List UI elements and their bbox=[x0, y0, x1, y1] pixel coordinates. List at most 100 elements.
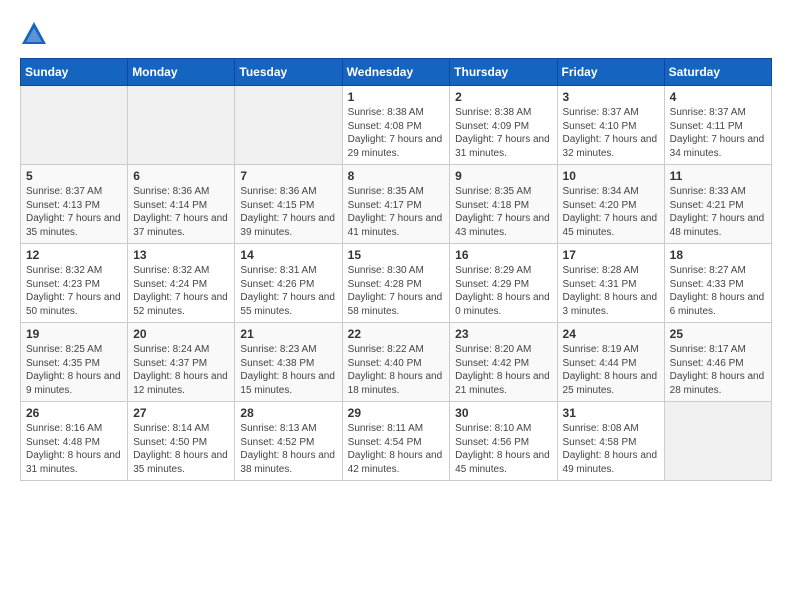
day-number: 11 bbox=[670, 169, 766, 183]
day-header-monday: Monday bbox=[128, 59, 235, 86]
day-header-friday: Friday bbox=[557, 59, 664, 86]
calendar-cell: 24 Sunrise: 8:19 AMSunset: 4:44 PMDayligh… bbox=[557, 323, 664, 402]
calendar-cell bbox=[21, 86, 128, 165]
calendar-cell: 8 Sunrise: 8:35 AMSunset: 4:17 PMDaylight… bbox=[342, 165, 450, 244]
calendar-cell: 28Sunrise: 8:13 AMSunset: 4:52 PMDayligh… bbox=[235, 402, 342, 481]
day-number: 1 bbox=[348, 90, 445, 104]
calendar-cell: 6 Sunrise: 8:36 AMSunset: 4:14 PMDaylight… bbox=[128, 165, 235, 244]
calendar-cell: 13 Sunrise: 8:32 AMSunset: 4:24 PMDayligh… bbox=[128, 244, 235, 323]
calendar-cell: 2 Sunrise: 8:38 AMSunset: 4:09 PMDaylight… bbox=[450, 86, 557, 165]
day-number: 29 bbox=[348, 406, 445, 420]
day-number: 22 bbox=[348, 327, 445, 341]
day-number: 4 bbox=[670, 90, 766, 104]
day-number: 17 bbox=[563, 248, 659, 262]
day-number: 10 bbox=[563, 169, 659, 183]
day-info: Sunrise: 8:36 AMSunset: 4:14 PMDaylight:… bbox=[133, 185, 229, 239]
day-number: 30 bbox=[455, 406, 551, 420]
day-info: Sunrise: 8:32 AMSunset: 4:23 PMDaylight:… bbox=[26, 264, 122, 318]
day-info: Sunrise: 8:38 AMSunset: 4:08 PMDaylight:… bbox=[348, 106, 445, 160]
calendar-cell bbox=[664, 402, 771, 481]
day-info: Sunrise: 8:28 AMSunset: 4:31 PMDaylight:… bbox=[563, 264, 659, 318]
day-info: Sunrise: 8:29 AMSunset: 4:29 PMDaylight:… bbox=[455, 264, 551, 318]
day-info: Sunrise: 8:17 AMSunset: 4:46 PMDaylight:… bbox=[670, 343, 766, 397]
day-number: 2 bbox=[455, 90, 551, 104]
calendar-cell: 10 Sunrise: 8:34 AMSunset: 4:20 PMDayligh… bbox=[557, 165, 664, 244]
day-info: Sunrise: 8:20 AMSunset: 4:42 PMDaylight:… bbox=[455, 343, 551, 397]
day-number: 9 bbox=[455, 169, 551, 183]
day-info: Sunrise: 8:32 AMSunset: 4:24 PMDaylight:… bbox=[133, 264, 229, 318]
day-info: Sunrise: 8:36 AMSunset: 4:15 PMDaylight:… bbox=[240, 185, 336, 239]
calendar-cell: 25 Sunrise: 8:17 AMSunset: 4:46 PMDayligh… bbox=[664, 323, 771, 402]
calendar-week-row: 26Sunrise: 8:16 AMSunset: 4:48 PMDayligh… bbox=[21, 402, 772, 481]
calendar-cell: 14 Sunrise: 8:31 AMSunset: 4:26 PMDayligh… bbox=[235, 244, 342, 323]
day-number: 8 bbox=[348, 169, 445, 183]
calendar-cell: 7Sunrise: 8:36 AMSunset: 4:15 PMDaylight… bbox=[235, 165, 342, 244]
day-number: 16 bbox=[455, 248, 551, 262]
calendar-cell: 4Sunrise: 8:37 AMSunset: 4:11 PMDaylight… bbox=[664, 86, 771, 165]
day-info: Sunrise: 8:23 AMSunset: 4:38 PMDaylight:… bbox=[240, 343, 336, 397]
day-info: Sunrise: 8:33 AMSunset: 4:21 PMDaylight:… bbox=[670, 185, 766, 239]
day-header-sunday: Sunday bbox=[21, 59, 128, 86]
day-number: 25 bbox=[670, 327, 766, 341]
calendar-cell: 21Sunrise: 8:23 AMSunset: 4:38 PMDayligh… bbox=[235, 323, 342, 402]
calendar-cell: 1 Sunrise: 8:38 AMSunset: 4:08 PMDaylight… bbox=[342, 86, 450, 165]
day-header-tuesday: Tuesday bbox=[235, 59, 342, 86]
day-info: Sunrise: 8:22 AMSunset: 4:40 PMDaylight:… bbox=[348, 343, 445, 397]
day-info: Sunrise: 8:19 AMSunset: 4:44 PMDaylight:… bbox=[563, 343, 659, 397]
calendar-cell: 22 Sunrise: 8:22 AMSunset: 4:40 PMDayligh… bbox=[342, 323, 450, 402]
day-number: 27 bbox=[133, 406, 229, 420]
day-number: 31 bbox=[563, 406, 659, 420]
day-info: Sunrise: 8:31 AMSunset: 4:26 PMDaylight:… bbox=[240, 264, 336, 318]
day-number: 6 bbox=[133, 169, 229, 183]
day-number: 18 bbox=[670, 248, 766, 262]
day-number: 14 bbox=[240, 248, 336, 262]
calendar-cell: 15 Sunrise: 8:30 AMSunset: 4:28 PMDayligh… bbox=[342, 244, 450, 323]
day-number: 20 bbox=[133, 327, 229, 341]
calendar-week-row: 1 Sunrise: 8:38 AMSunset: 4:08 PMDaylight… bbox=[21, 86, 772, 165]
calendar-week-row: 19 Sunrise: 8:25 AMSunset: 4:35 PMDayligh… bbox=[21, 323, 772, 402]
logo-icon bbox=[20, 20, 48, 48]
calendar-cell: 9 Sunrise: 8:35 AMSunset: 4:18 PMDaylight… bbox=[450, 165, 557, 244]
day-header-saturday: Saturday bbox=[664, 59, 771, 86]
calendar-cell: 23Sunrise: 8:20 AMSunset: 4:42 PMDayligh… bbox=[450, 323, 557, 402]
day-info: Sunrise: 8:38 AMSunset: 4:09 PMDaylight:… bbox=[455, 106, 551, 160]
calendar-cell: 30Sunrise: 8:10 AMSunset: 4:56 PMDayligh… bbox=[450, 402, 557, 481]
day-info: Sunrise: 8:08 AMSunset: 4:58 PMDaylight:… bbox=[563, 422, 659, 476]
day-number: 19 bbox=[26, 327, 122, 341]
day-header-wednesday: Wednesday bbox=[342, 59, 450, 86]
day-info: Sunrise: 8:14 AMSunset: 4:50 PMDaylight:… bbox=[133, 422, 229, 476]
day-info: Sunrise: 8:35 AMSunset: 4:17 PMDaylight:… bbox=[348, 185, 445, 239]
logo bbox=[20, 20, 52, 48]
calendar-cell: 17 Sunrise: 8:28 AMSunset: 4:31 PMDayligh… bbox=[557, 244, 664, 323]
day-info: Sunrise: 8:35 AMSunset: 4:18 PMDaylight:… bbox=[455, 185, 551, 239]
day-info: Sunrise: 8:25 AMSunset: 4:35 PMDaylight:… bbox=[26, 343, 122, 397]
day-info: Sunrise: 8:27 AMSunset: 4:33 PMDaylight:… bbox=[670, 264, 766, 318]
day-info: Sunrise: 8:11 AMSunset: 4:54 PMDaylight:… bbox=[348, 422, 445, 476]
calendar-week-row: 12 Sunrise: 8:32 AMSunset: 4:23 PMDayligh… bbox=[21, 244, 772, 323]
day-info: Sunrise: 8:30 AMSunset: 4:28 PMDaylight:… bbox=[348, 264, 445, 318]
day-info: Sunrise: 8:37 AMSunset: 4:10 PMDaylight:… bbox=[563, 106, 659, 160]
day-info: Sunrise: 8:34 AMSunset: 4:20 PMDaylight:… bbox=[563, 185, 659, 239]
day-header-thursday: Thursday bbox=[450, 59, 557, 86]
day-number: 28 bbox=[240, 406, 336, 420]
calendar-cell: 12 Sunrise: 8:32 AMSunset: 4:23 PMDayligh… bbox=[21, 244, 128, 323]
day-info: Sunrise: 8:37 AMSunset: 4:13 PMDaylight:… bbox=[26, 185, 122, 239]
calendar-cell: 18 Sunrise: 8:27 AMSunset: 4:33 PMDayligh… bbox=[664, 244, 771, 323]
calendar-week-row: 5 Sunrise: 8:37 AMSunset: 4:13 PMDaylight… bbox=[21, 165, 772, 244]
calendar-cell bbox=[128, 86, 235, 165]
day-number: 12 bbox=[26, 248, 122, 262]
day-number: 13 bbox=[133, 248, 229, 262]
calendar-cell: 26Sunrise: 8:16 AMSunset: 4:48 PMDayligh… bbox=[21, 402, 128, 481]
day-number: 15 bbox=[348, 248, 445, 262]
day-number: 5 bbox=[26, 169, 122, 183]
day-info: Sunrise: 8:16 AMSunset: 4:48 PMDaylight:… bbox=[26, 422, 122, 476]
calendar: SundayMondayTuesdayWednesdayThursdayFrid… bbox=[20, 58, 772, 481]
calendar-cell: 11 Sunrise: 8:33 AMSunset: 4:21 PMDayligh… bbox=[664, 165, 771, 244]
calendar-cell: 3 Sunrise: 8:37 AMSunset: 4:10 PMDaylight… bbox=[557, 86, 664, 165]
calendar-cell: 16 Sunrise: 8:29 AMSunset: 4:29 PMDayligh… bbox=[450, 244, 557, 323]
calendar-cell: 5 Sunrise: 8:37 AMSunset: 4:13 PMDaylight… bbox=[21, 165, 128, 244]
day-number: 3 bbox=[563, 90, 659, 104]
calendar-cell: 31 Sunrise: 8:08 AMSunset: 4:58 PMDayligh… bbox=[557, 402, 664, 481]
day-number: 24 bbox=[563, 327, 659, 341]
calendar-cell: 20Sunrise: 8:24 AMSunset: 4:37 PMDayligh… bbox=[128, 323, 235, 402]
